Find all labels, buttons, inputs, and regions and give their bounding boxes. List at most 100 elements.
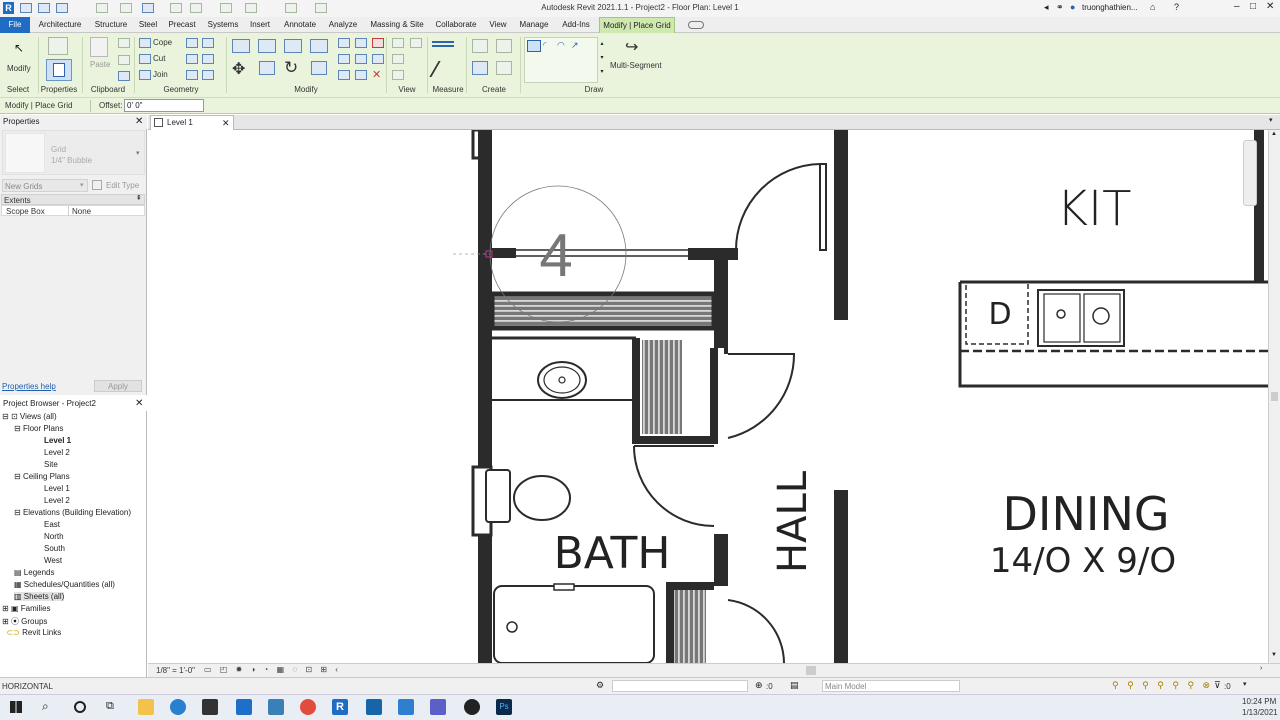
array-icon[interactable] <box>338 54 350 64</box>
chrome-icon[interactable] <box>300 699 316 715</box>
offset-icon[interactable] <box>258 39 276 53</box>
create-parts-icon[interactable] <box>496 39 512 53</box>
measure-between-icon[interactable] <box>432 41 454 47</box>
line-tool-icon[interactable] <box>527 40 541 52</box>
property-group-header[interactable]: Extents ⇞ <box>1 194 145 205</box>
create-group-icon[interactable] <box>472 61 488 75</box>
arc-center-icon[interactable]: ◠ <box>557 40 565 51</box>
app-icon[interactable] <box>268 699 284 715</box>
create-assembly-icon[interactable] <box>472 39 488 53</box>
close-button[interactable]: ✕ <box>1266 1 1274 12</box>
tree-item-families[interactable]: ⊞ ▣ Families <box>2 604 51 613</box>
type-selector[interactable]: Grid 1/4" Bubble ▾ <box>2 130 145 175</box>
tree-item-revit-links[interactable]: ⊂⊃ Revit Links <box>2 628 61 637</box>
tree-item-ceiling-level-1[interactable]: Level 1 <box>44 484 70 493</box>
tree-item-east[interactable]: East <box>44 520 60 529</box>
pin-icon[interactable] <box>372 54 384 64</box>
design-option-dropdown[interactable]: Main Model <box>822 680 960 692</box>
property-row[interactable]: Scope Box None <box>1 205 145 216</box>
hide-category-icon[interactable] <box>392 70 404 80</box>
properties-close-icon[interactable]: ✕ <box>135 116 143 127</box>
tree-item-south[interactable]: South <box>44 544 65 553</box>
minimize-button[interactable]: – <box>1234 1 1240 12</box>
trim-extend-icon[interactable] <box>311 61 327 75</box>
split-face-icon[interactable] <box>202 38 214 48</box>
unpin-icon[interactable] <box>372 38 384 48</box>
tab-systems[interactable]: Systems <box>204 17 242 33</box>
view-scale[interactable]: 1/8" = 1'-0" <box>156 666 195 675</box>
scale-icon[interactable] <box>355 54 367 64</box>
horizontal-scrollbar[interactable] <box>362 666 1262 675</box>
panel-select[interactable]: Select <box>0 85 36 94</box>
apply-button[interactable]: Apply <box>94 380 142 392</box>
pick-lines-icon[interactable]: ↗ <box>571 40 579 51</box>
scroll-thumb[interactable] <box>1271 392 1278 401</box>
floor-plan[interactable]: 4 KIT D BATH HALL DINING 14/O X 9/O <box>148 130 1268 663</box>
demolish-icon[interactable] <box>186 54 198 64</box>
aligned-dimension-icon[interactable] <box>429 61 459 77</box>
tree-item-west[interactable]: West <box>44 556 62 565</box>
cortana-icon[interactable] <box>74 701 86 713</box>
unity-icon[interactable] <box>464 699 480 715</box>
search-icon[interactable]: ⌕ <box>42 699 49 714</box>
binoculars-icon[interactable]: ⚭ <box>1056 2 1064 13</box>
tab-file[interactable]: File <box>0 17 30 33</box>
split-gap-icon[interactable] <box>355 38 367 48</box>
wall-joins-icon[interactable] <box>202 54 214 64</box>
tab-modify-place-grid[interactable]: Modify | Place Grid <box>599 17 675 33</box>
override-icon[interactable] <box>410 38 422 48</box>
tab-view[interactable]: View <box>486 17 510 33</box>
tree-item-north[interactable]: North <box>44 532 64 541</box>
param-value[interactable]: None <box>72 207 91 216</box>
offset-input[interactable]: 0' 0" <box>124 99 204 112</box>
tree-item-site[interactable]: Site <box>44 460 58 469</box>
hammer-icon[interactable] <box>202 70 214 80</box>
extend-icon[interactable] <box>355 70 367 80</box>
edge-icon[interactable] <box>170 699 186 715</box>
tab-architecture[interactable]: Architecture <box>34 17 86 33</box>
photos-icon[interactable] <box>398 699 414 715</box>
search-icon[interactable]: ◂ <box>1044 2 1049 13</box>
ribbon-display-toggle-icon[interactable] <box>688 21 704 29</box>
tree-item-floor-level-2[interactable]: Level 2 <box>44 448 70 457</box>
worksets-icon[interactable]: ⚙ <box>596 680 604 691</box>
tree-item-groups[interactable]: ⊞ ⦿ Groups <box>2 616 47 627</box>
clock-date[interactable]: 1/13/2021 <box>1242 708 1278 717</box>
paint-icon[interactable] <box>186 38 198 48</box>
mirror-axis-icon[interactable] <box>284 39 302 53</box>
move-icon[interactable]: ✥ <box>232 59 245 79</box>
tab-insert[interactable]: Insert <box>246 17 274 33</box>
teams-icon[interactable] <box>430 699 446 715</box>
align-icon[interactable] <box>232 39 250 53</box>
mail-icon[interactable] <box>236 699 252 715</box>
unjoin-icon[interactable] <box>186 70 198 80</box>
multi-segment-icon[interactable]: ↪ <box>625 37 638 57</box>
cut-geometry-icon[interactable] <box>139 54 151 64</box>
multi-segment-label[interactable]: Multi-Segment <box>610 61 662 70</box>
match-type-icon[interactable] <box>118 71 130 81</box>
tab-add-ins[interactable]: Add-Ins <box>558 17 594 33</box>
windows-start-icon[interactable] <box>10 701 22 713</box>
file-explorer-icon[interactable] <box>138 699 154 715</box>
task-view-icon[interactable]: ⧉ <box>106 700 114 713</box>
create-similar-icon[interactable] <box>496 61 512 75</box>
tab-manage[interactable]: Manage <box>516 17 552 33</box>
delete-icon[interactable]: ✕ <box>372 68 381 81</box>
view-tab-level-1[interactable]: Level 1 ✕ <box>150 115 234 130</box>
tree-item-floor-level-1[interactable]: Level 1 <box>44 436 71 445</box>
tree-item-views[interactable]: ⊟ ⊡ Views (all) <box>2 412 57 421</box>
hscroll-thumb[interactable] <box>806 666 816 675</box>
draw-gallery-scroll[interactable]: ▴ ▾ ▾ <box>598 37 606 83</box>
type-properties-icon[interactable] <box>48 37 68 55</box>
cut-clipboard-icon[interactable] <box>118 38 130 48</box>
design-options-icon[interactable]: ▤ <box>790 680 799 691</box>
arc-start-end-icon[interactable]: ◜ <box>543 40 547 51</box>
workset-dropdown[interactable] <box>612 680 748 692</box>
edit-type-button[interactable]: Edit Type <box>92 179 144 192</box>
cart-icon[interactable]: ⌂ <box>1150 2 1155 12</box>
tree-item-schedules[interactable]: ▦ Schedules/Quantities (all) <box>14 580 115 589</box>
user-name[interactable]: truonghathien... <box>1082 3 1138 12</box>
tab-menu-icon[interactable]: ▾ <box>1269 116 1273 124</box>
tree-item-sheets[interactable]: ▥ Sheets (all) <box>14 592 65 601</box>
drawing-area[interactable]: 4 KIT D BATH HALL DINING 14/O X 9/O <box>148 130 1268 663</box>
